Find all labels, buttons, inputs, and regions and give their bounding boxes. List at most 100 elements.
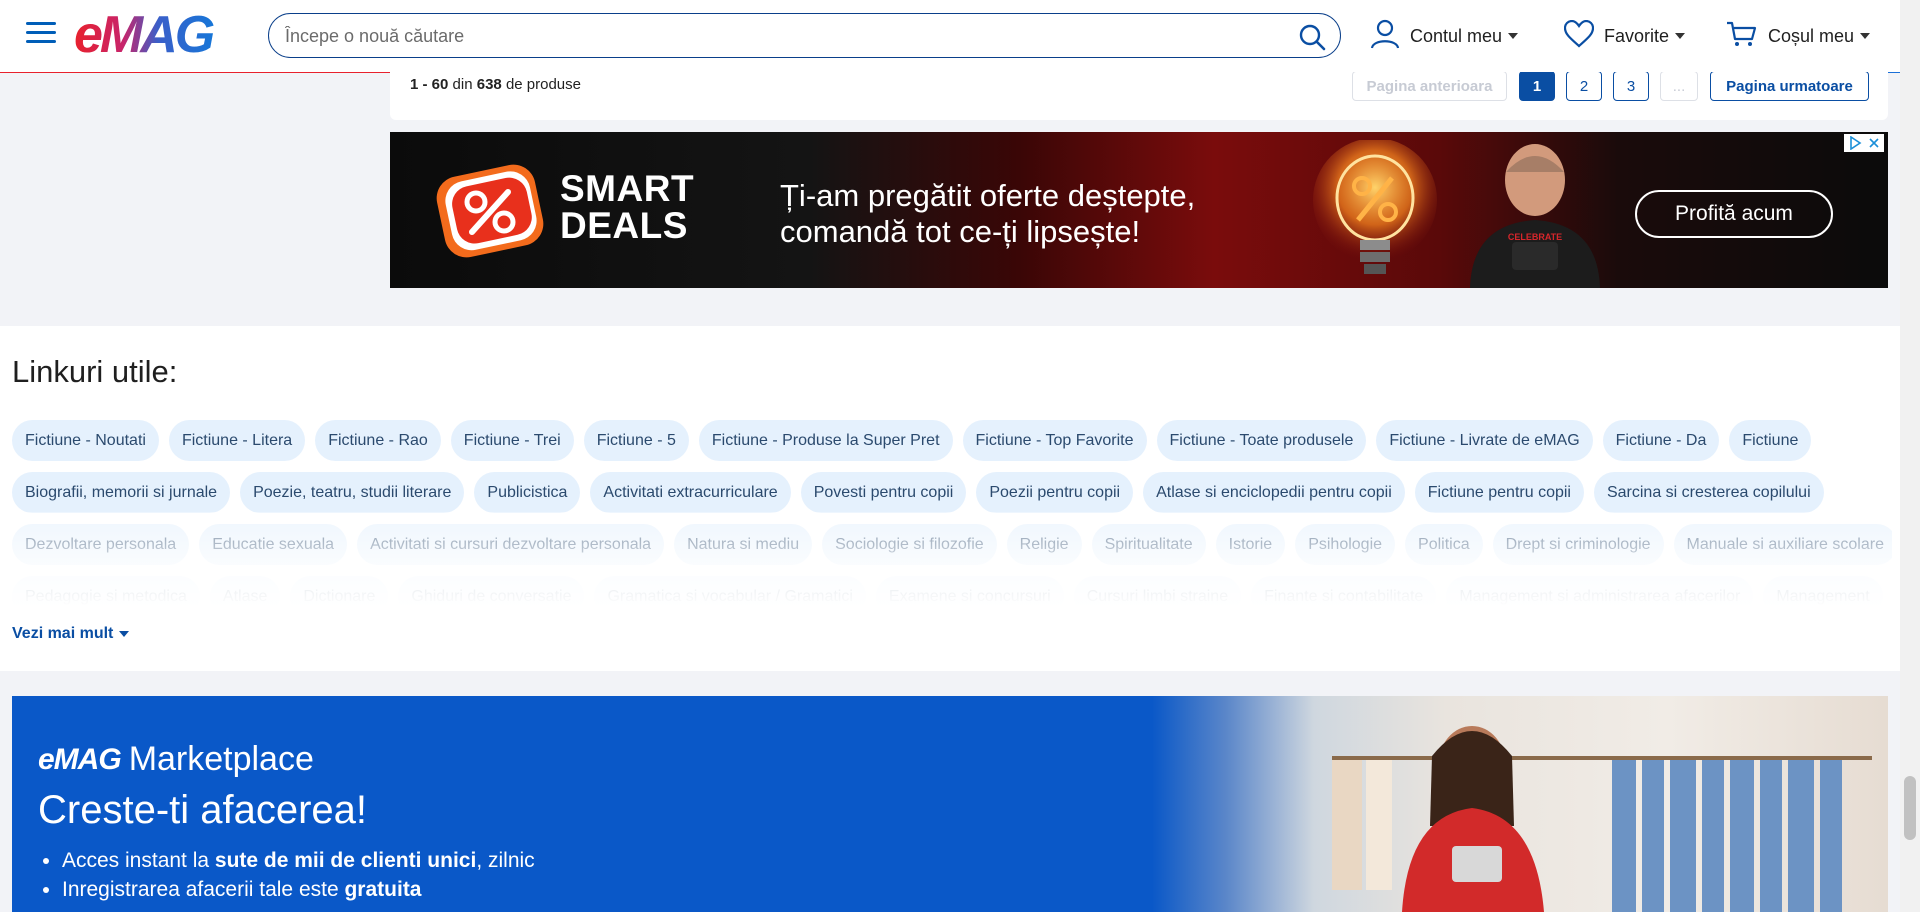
link-chip[interactable]: Fictiune - Rao [315, 420, 441, 461]
benefit-bold: sute de mii de clienti unici [214, 849, 477, 872]
chevron-down-icon [1508, 33, 1519, 39]
useful-links-section: Linkuri utile: Fictiune - Noutati Fictiu… [0, 326, 1900, 671]
link-chip[interactable]: Management [1763, 576, 1883, 606]
marketplace-benefits: Acces instant la sute de mii de clienti … [62, 846, 535, 904]
heart-icon [1563, 19, 1595, 53]
benefit-item: Acces instant la sute de mii de clienti … [62, 846, 535, 875]
link-chip[interactable]: Fictiune - Noutati [12, 420, 159, 461]
link-chip[interactable]: Fictiune - Toate produsele [1156, 420, 1367, 461]
ad-choices-icon[interactable] [1844, 134, 1884, 152]
results-count: 1 - 60 din 638 de produse [410, 76, 581, 93]
favorites-menu[interactable]: Favorite [1563, 19, 1686, 53]
results-of: din [452, 76, 473, 93]
link-chip[interactable]: Fictiune - Trei [450, 420, 574, 461]
results-range: 1 - 60 [410, 76, 449, 93]
pagination-bar: 1 - 60 din 638 de produse Pagina anterio… [390, 65, 1888, 120]
link-chip[interactable]: Drept si criminologie [1492, 524, 1664, 565]
account-label: Contul meu [1410, 25, 1503, 46]
page-1-button[interactable]: 1 [1519, 71, 1555, 101]
link-chip[interactable]: Fictiune - 5 [583, 420, 689, 461]
link-chip[interactable]: Finante si contabilitate [1251, 576, 1437, 606]
link-chip[interactable]: Fictiune [1729, 420, 1812, 461]
page-scrollbar[interactable] [1900, 0, 1920, 912]
links-row: Biografii, memorii si jurnale Poezie, te… [12, 472, 1892, 513]
chevron-down-icon [1675, 33, 1686, 39]
link-chip[interactable]: Activitati extracurriculare [590, 472, 791, 513]
marketplace-banner[interactable]: eMAG Marketplace Creste-ti afacerea! Acc… [12, 696, 1888, 912]
see-more-link[interactable]: Vezi mai mult [12, 625, 130, 643]
emag-logo[interactable]: eMAG [74, 6, 246, 64]
profit-now-button[interactable]: Profită acum [1635, 190, 1833, 238]
pagination-ellipsis: ... [1660, 71, 1698, 101]
search-input[interactable] [285, 22, 1265, 50]
user-icon [1370, 19, 1400, 54]
link-chip[interactable]: Natura si mediu [674, 524, 813, 565]
marketplace-photo [1152, 696, 1888, 912]
chevron-down-icon [119, 631, 130, 637]
results-suffix: de produse [505, 76, 581, 93]
smart-deals-line1: SMART [560, 168, 695, 209]
link-chip[interactable]: Istorie [1215, 524, 1286, 565]
links-row: Fictiune - Noutati Fictiune - Litera Fic… [12, 420, 1892, 461]
page-2-button[interactable]: 2 [1566, 71, 1602, 101]
top-header: eMAG Contul meu Favorite Coșul meu [0, 0, 1900, 72]
link-chip[interactable]: Povesti pentru copii [800, 472, 967, 513]
menu-icon[interactable] [26, 22, 56, 48]
svg-text:eMAG: eMAG [74, 8, 214, 60]
link-chip[interactable]: Fictiune - Livrate de eMAG [1376, 420, 1593, 461]
banner-tagline: Ți-am pregătit oferte deștepte, comandă … [780, 178, 1195, 250]
links-row: Dezvoltare personala Educatie sexuala Ac… [12, 524, 1892, 565]
link-chip[interactable]: Biografii, memorii si jurnale [12, 472, 231, 513]
useful-links-list: Fictiune - Noutati Fictiune - Litera Fic… [12, 420, 1892, 606]
cart-label: Coșul meu [1768, 25, 1855, 46]
link-chip[interactable]: Dictionare [290, 576, 389, 606]
link-chip[interactable]: Publicistica [474, 472, 581, 513]
link-chip[interactable]: Sarcina si cresterea copilului [1593, 472, 1824, 513]
cart-icon [1726, 20, 1758, 53]
link-chip[interactable]: Ghiduri de conversatie [398, 576, 585, 606]
percent-badge-icon [434, 162, 546, 262]
link-chip[interactable]: Spiritualitate [1091, 524, 1206, 565]
prev-page-button[interactable]: Pagina anterioara [1352, 71, 1507, 101]
link-chip[interactable]: Activitati si cursuri dezvoltare persona… [357, 524, 665, 565]
link-chip[interactable]: Gramatica si vocabular / Gramatici [594, 576, 866, 606]
smart-deals-line2: DEALS [560, 205, 688, 246]
link-chip[interactable]: Educatie sexuala [199, 524, 348, 565]
link-chip[interactable]: Politica [1405, 524, 1483, 565]
benefit-text: Inregistrarea afacerii tale este [62, 878, 345, 901]
link-chip[interactable]: Fictiune - Top Favorite [962, 420, 1147, 461]
next-page-button[interactable]: Pagina urmatoare [1710, 71, 1869, 101]
link-chip[interactable]: Pedagogie si metodica [12, 576, 200, 606]
smart-deals-banner[interactable]: SMART DEALS Ți-am pregătit oferte deștep… [390, 132, 1888, 288]
link-chip[interactable]: Atlase si enciclopedii pentru copii [1143, 472, 1405, 513]
cart-menu[interactable]: Coșul meu [1726, 20, 1871, 53]
lightbulb-icon [1310, 138, 1440, 288]
link-chip[interactable]: Religie [1006, 524, 1082, 565]
link-chip[interactable]: Fictiune pentru copii [1414, 472, 1584, 513]
link-chip[interactable]: Examene si concursuri [875, 576, 1064, 606]
search-icon[interactable] [1298, 23, 1326, 51]
link-chip[interactable]: Psihologie [1295, 524, 1396, 565]
link-chip[interactable]: Management si administrarea afacerilor [1446, 576, 1754, 606]
link-chip[interactable]: Cursuri limbi straine [1073, 576, 1242, 606]
page-3-button[interactable]: 3 [1613, 71, 1649, 101]
marketplace-logo-emag: eMAG [38, 742, 122, 776]
scrollbar-thumb[interactable] [1904, 776, 1916, 840]
account-menu[interactable]: Contul meu [1370, 19, 1519, 54]
banner-tagline-line2: comandă tot ce-ți lipsește! [780, 214, 1141, 249]
link-chip[interactable]: Dezvoltare personala [12, 524, 190, 565]
promo-person-image: CELEBRATE [1450, 132, 1620, 288]
link-chip[interactable]: Fictiune - Produse la Super Pret [698, 420, 953, 461]
link-chip[interactable]: Fictiune - Litera [168, 420, 306, 461]
link-chip[interactable]: Manuale si auxiliare scolare [1673, 524, 1892, 565]
link-chip[interactable]: Poezii pentru copii [976, 472, 1134, 513]
link-chip[interactable]: Poezie, teatru, studii literare [240, 472, 465, 513]
link-chip[interactable]: Sociologie si filozofie [822, 524, 997, 565]
benefit-item: Inregistrarea afacerii tale este gratuit… [62, 875, 535, 904]
svg-text:CELEBRATE: CELEBRATE [1508, 232, 1562, 242]
link-chip[interactable]: Fictiune - Da [1602, 420, 1720, 461]
link-chip[interactable]: Atlase [209, 576, 281, 606]
benefit-text: , zilnic [476, 849, 535, 872]
benefit-text: Acces instant la [62, 849, 215, 872]
search-bar [268, 13, 1341, 58]
